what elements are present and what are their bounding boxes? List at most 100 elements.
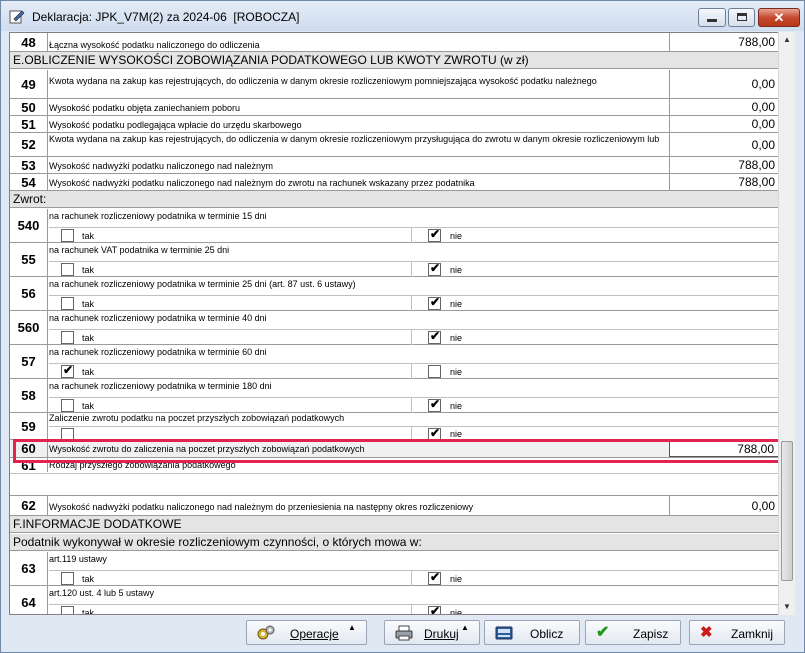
row-number: 53 — [10, 157, 48, 173]
row-54: 54 Wysokość nadwyżki podatku naliczonego… — [10, 174, 779, 191]
zamknij-button[interactable]: ✖ Zamknij — [689, 620, 785, 645]
tak-label: tak — [82, 608, 95, 615]
drukuj-button[interactable]: Drukuj ▲ — [384, 620, 480, 645]
tak-label: tak — [82, 299, 95, 309]
tak-label: tak — [82, 231, 95, 241]
checkmark-icon: ✔ — [430, 604, 441, 615]
checkmark-icon: ✔ — [596, 624, 610, 641]
operacje-label: Operacje — [290, 627, 339, 641]
vertical-scrollbar[interactable]: ▲ ▼ — [778, 32, 795, 615]
row-label: na rachunek rozliczeniowy podatnika w te… — [49, 279, 356, 289]
row-60-highlight — [13, 439, 792, 463]
nie-label: nie — [450, 429, 463, 439]
row-number: 57 — [10, 345, 48, 378]
close-button[interactable]: ✕ — [758, 8, 800, 27]
row-label: art.119 ustawy — [49, 554, 107, 564]
tak-checkbox[interactable]: ✔ — [61, 363, 74, 378]
tak-checkbox[interactable] — [61, 297, 74, 310]
row-number: 49 — [10, 70, 48, 98]
tak-checkbox[interactable] — [61, 572, 74, 585]
value-field-54[interactable]: 788,00 — [669, 174, 779, 190]
row-48: 48 Łączna wysokość podatku naliczonego d… — [10, 33, 779, 52]
row-label: art.120 ust. 4 lub 5 ustawy — [49, 588, 155, 598]
nie-label: nie — [450, 367, 463, 377]
zamknij-label: Zamknij — [731, 627, 774, 641]
nie-checkbox[interactable]: ✔ — [428, 397, 441, 412]
tak-checkbox[interactable] — [61, 229, 74, 242]
row-53: 53 Wysokość nadwyżki podatku naliczonego… — [10, 157, 779, 174]
liability-type-field[interactable] — [10, 473, 779, 495]
row-number: 56 — [10, 277, 48, 310]
value-field-48[interactable]: 788,00 — [669, 33, 779, 51]
row-label: na rachunek rozliczeniowy podatnika w te… — [49, 347, 267, 357]
row-58: 58 na rachunek rozliczeniowy podatnika w… — [10, 379, 779, 413]
tak-checkbox[interactable] — [61, 606, 74, 614]
yes-no-choice: ✔ tak nie — [49, 363, 779, 379]
scroll-up-icon[interactable]: ▲ — [779, 32, 795, 48]
row-label: Wysokość podatku objęta zaniechaniem pob… — [49, 103, 241, 113]
tak-checkbox[interactable] — [61, 331, 74, 344]
row-label: Kwota wydana na zakup kas rejestrujących… — [49, 76, 597, 86]
row-label: na rachunek rozliczeniowy podatnika w te… — [49, 313, 267, 323]
row-64: 64 art.120 ust. 4 lub 5 ustawy tak ✔ nie — [10, 586, 779, 615]
row-number: 59 — [10, 413, 48, 439]
yes-no-choice: tak ✔ nie — [49, 570, 779, 586]
value-field-62[interactable]: 0,00 — [669, 496, 779, 515]
nie-checkbox[interactable]: ✔ — [428, 604, 441, 615]
value-field-53[interactable]: 788,00 — [669, 157, 779, 173]
row-number: 48 — [10, 33, 48, 51]
zapisz-label: Zapisz — [633, 627, 669, 641]
declaration-window: Deklaracja: JPK_V7M(2) za 2024-06 [ROBOC… — [0, 0, 805, 653]
oblicz-button[interactable]: Oblicz — [484, 620, 580, 645]
nie-label: nie — [450, 265, 463, 275]
row-49: 49 Kwota wydana na zakup kas rejestrując… — [10, 70, 779, 99]
row-label: na rachunek rozliczeniowy podatnika w te… — [49, 211, 267, 221]
row-number: 51 — [10, 116, 48, 132]
row-61: 61 Rodzaj przyszłego zobowiązania podatk… — [10, 458, 779, 496]
podatnik-header: Podatnik wykonywał w okresie rozliczenio… — [10, 534, 779, 551]
value-field-50[interactable]: 0,00 — [669, 99, 779, 115]
scrollbar-thumb[interactable] — [781, 441, 793, 581]
section-e-header: E.OBLICZENIE WYSOKOŚCI ZOBOWIĄZANIA PODA… — [10, 52, 779, 69]
scroll-down-icon[interactable]: ▼ — [779, 599, 795, 615]
nie-label: nie — [450, 608, 463, 615]
zapisz-button[interactable]: ✔ Zapisz — [585, 620, 681, 645]
caret-up-icon: ▲ — [461, 623, 469, 632]
row-number: 62 — [10, 496, 48, 515]
yes-no-choice: tak ✔ nie — [49, 227, 779, 243]
row-51: 51 Wysokość podatku podlegająca wpłacie … — [10, 116, 779, 133]
value-field-52[interactable]: 0,00 — [669, 133, 779, 156]
printer-icon — [395, 625, 413, 641]
checkmark-icon: ✔ — [430, 227, 441, 241]
operacje-button[interactable]: Operacje ▲ — [246, 620, 367, 645]
value-field-51[interactable]: 0,00 — [669, 116, 779, 132]
nie-checkbox[interactable]: ✔ — [428, 261, 441, 276]
yes-no-choice: tak ✔ nie — [49, 397, 779, 413]
minimize-button[interactable] — [698, 8, 726, 27]
nie-checkbox[interactable]: ✔ — [428, 329, 441, 344]
nie-checkbox[interactable]: ✔ — [428, 295, 441, 310]
window-title: Deklaracja: JPK_V7M(2) za 2024-06 [ROBOC… — [32, 10, 300, 24]
nie-checkbox[interactable]: ✔ — [428, 570, 441, 585]
yes-no-choice: tak ✔ nie — [49, 604, 779, 615]
value-field-49[interactable]: 0,00 — [669, 70, 779, 98]
tak-label: tak — [82, 367, 95, 377]
nie-label: nie — [450, 231, 463, 241]
row-number: 54 — [10, 174, 48, 190]
row-number: 540 — [10, 209, 48, 242]
row-number: 560 — [10, 311, 48, 344]
yes-no-choice: tak ✔ nie — [49, 329, 779, 345]
row-number: 55 — [10, 243, 48, 276]
tak-checkbox[interactable] — [61, 263, 74, 276]
checkmark-icon: ✔ — [63, 363, 74, 377]
tak-checkbox[interactable] — [61, 399, 74, 412]
maximize-button[interactable] — [728, 8, 755, 27]
nie-checkbox[interactable]: ✔ — [428, 227, 441, 242]
action-bar: Operacje ▲ Drukuj ▲ Oblicz ✔ Zapisz ✖ Za… — [1, 616, 804, 652]
close-x-icon: ✖ — [700, 624, 713, 641]
nie-checkbox[interactable] — [428, 365, 441, 378]
row-label: Zaliczenie zwrotu podatku na poczet przy… — [49, 413, 345, 423]
declaration-form: 48 Łączna wysokość podatku naliczonego d… — [9, 32, 795, 615]
row-55: 55 na rachunek VAT podatnika w terminie … — [10, 243, 779, 277]
row-63: 63 art.119 ustawy tak ✔ nie — [10, 552, 779, 586]
